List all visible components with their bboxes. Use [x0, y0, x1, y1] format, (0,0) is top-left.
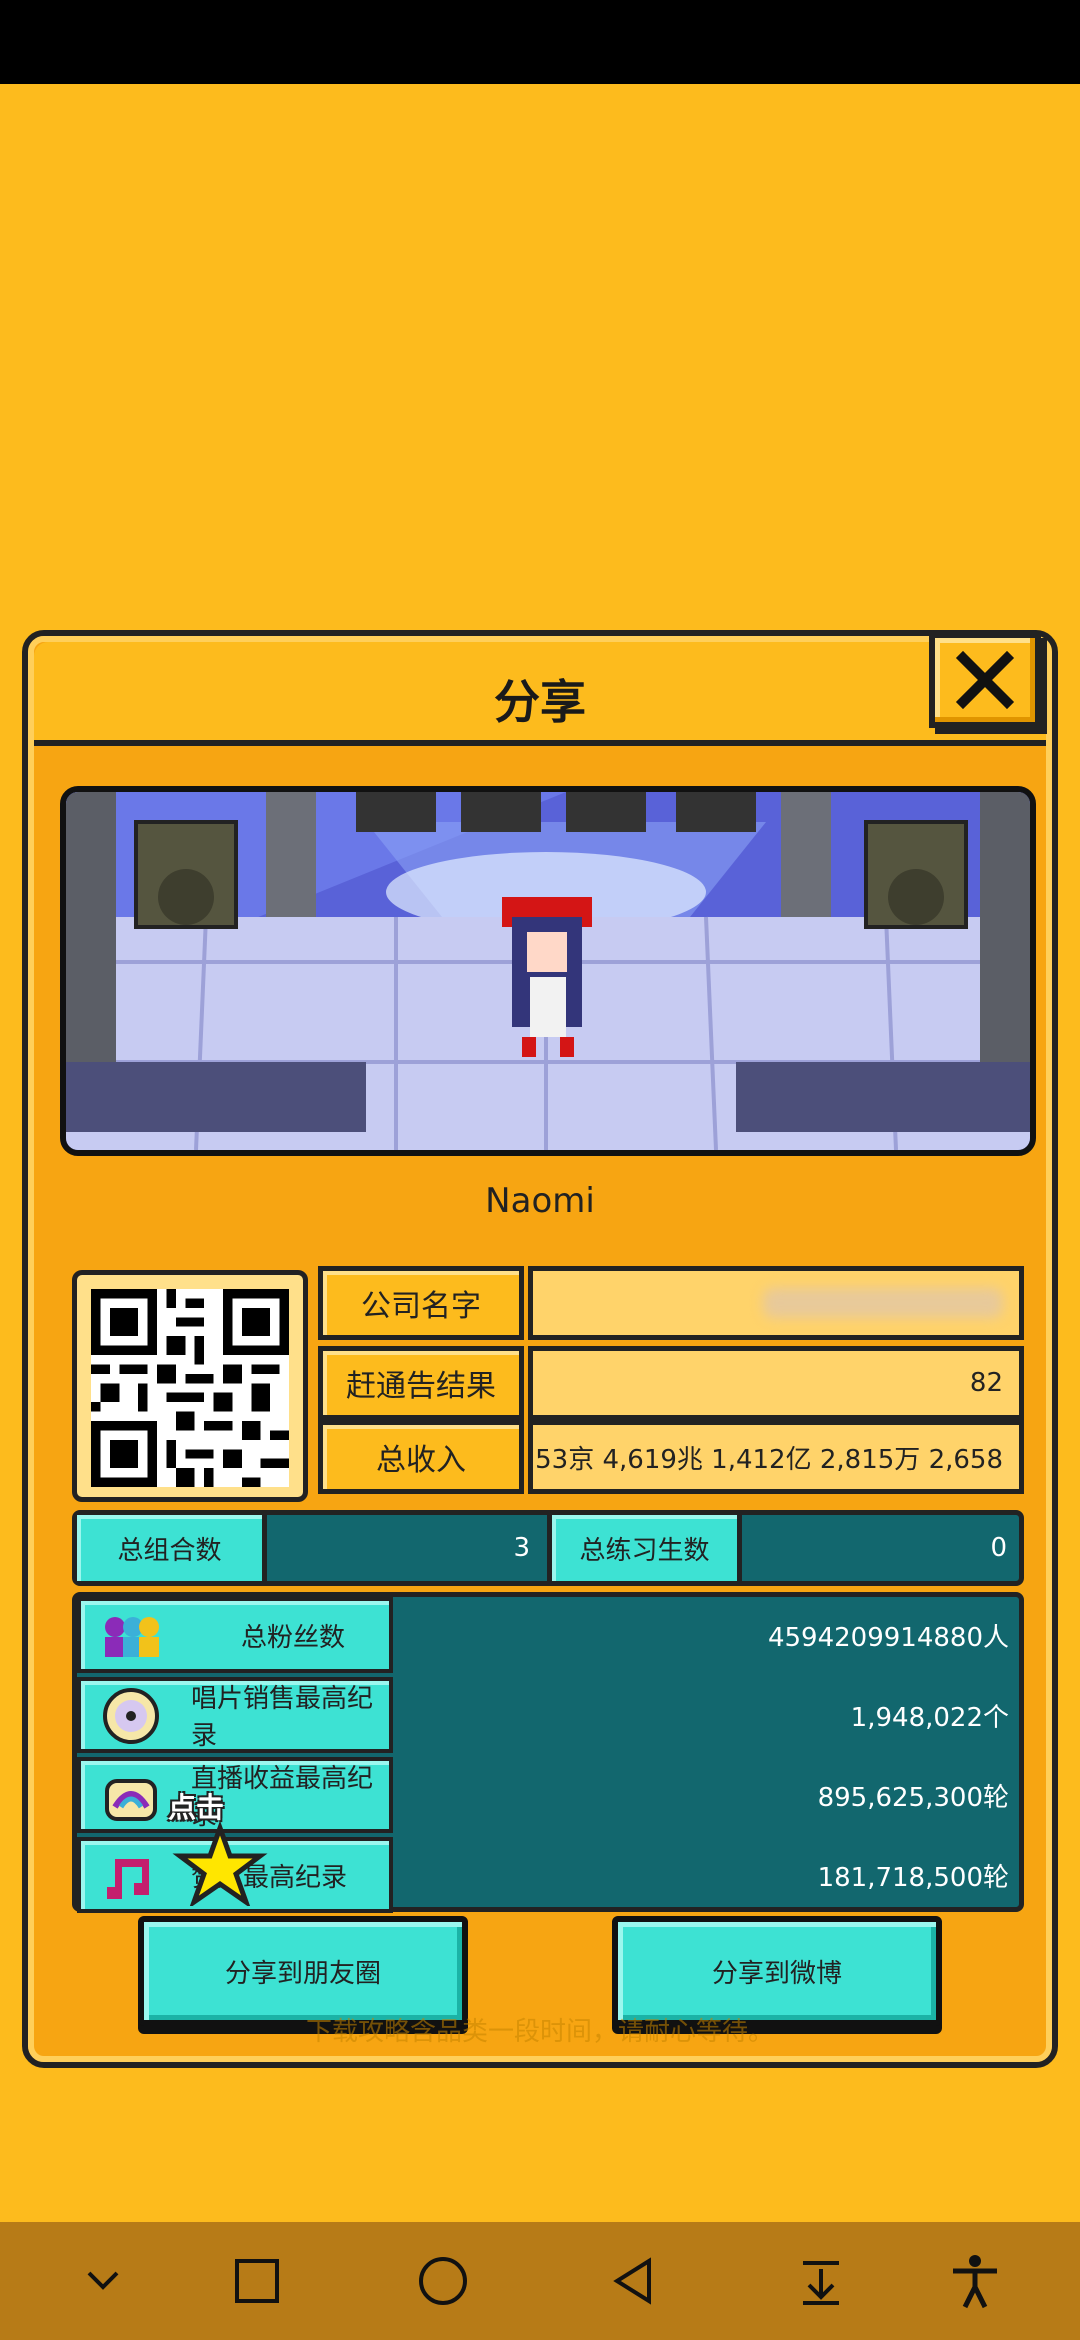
- stat-strip: 总组合数 3 总练习生数 0: [72, 1510, 1024, 1586]
- nav-collapse-button[interactable]: [70, 2248, 136, 2314]
- record-label: 唱片销售最高纪录: [191, 1684, 374, 1751]
- nav-home-button[interactable]: [410, 2248, 476, 2314]
- system-nav-bar: [0, 2222, 1080, 2340]
- record-value: 181,718,500轮: [817, 1862, 1009, 1893]
- stage-scene: [60, 786, 1036, 1156]
- info-label: 总收入: [318, 1420, 524, 1494]
- share-weibo-button[interactable]: 分享到微博: [612, 1916, 942, 2026]
- pull-down-icon: [803, 2261, 839, 2305]
- info-label: 赶通告结果: [318, 1346, 524, 1420]
- redacted-company-name: [763, 1288, 1003, 1318]
- stat-value-trainees: 0: [990, 1533, 1007, 1563]
- info-row-results: 赶通告结果 82: [318, 1346, 1024, 1420]
- dialog-title: 分享: [494, 675, 586, 729]
- accessibility-icon: [953, 2255, 997, 2309]
- close-button[interactable]: [929, 632, 1041, 728]
- info-row-company: 公司名字: [318, 1266, 1024, 1340]
- nav-notification-button[interactable]: [788, 2248, 854, 2314]
- record-row-fans: 总粉丝数 4594209914880人: [77, 1597, 1019, 1673]
- record-value: 895,625,300轮: [817, 1782, 1009, 1813]
- character-name: Naomi: [485, 1181, 595, 1221]
- record-row-disc: 唱片销售最高纪录 1,948,022个: [77, 1677, 1019, 1753]
- stat-label-trainees: 总练习生数: [547, 1515, 742, 1581]
- stat-label-groups: 总组合数: [77, 1515, 267, 1581]
- music-note-icon: [107, 1859, 149, 1899]
- record-label-cell: 唱片销售最高纪录: [77, 1677, 393, 1753]
- status-bar: [0, 0, 1080, 84]
- stage-illustration: [66, 792, 1030, 1150]
- disc-icon: [103, 1688, 159, 1744]
- info-label: 公司名字: [318, 1266, 524, 1340]
- live-stream-icon: [105, 1779, 157, 1821]
- qr-code-frame: [72, 1270, 308, 1502]
- back-triangle-icon: [613, 2257, 651, 2305]
- record-label-cell: 总粉丝数: [77, 1597, 393, 1673]
- faint-hint-text: 下载攻略含品类一段时间，请耐心等待。: [305, 2017, 774, 2047]
- info-value: 82: [528, 1346, 1024, 1420]
- record-label: 总粉丝数: [241, 1622, 346, 1653]
- nav-accessibility-button[interactable]: [942, 2248, 1008, 2314]
- record-value: 4594209914880人: [767, 1622, 1009, 1653]
- info-value: [528, 1266, 1024, 1340]
- stat-value-groups: 3: [513, 1533, 530, 1563]
- fans-icon: [105, 1617, 159, 1657]
- info-value: 53京 4,619兆 1,412亿 2,815万 2,658: [528, 1420, 1024, 1494]
- share-moments-button[interactable]: 分享到朋友圈: [138, 1916, 468, 2026]
- nav-recents-button[interactable]: [224, 2248, 290, 2314]
- close-icon: [955, 650, 1015, 710]
- circle-icon: [419, 2257, 467, 2305]
- info-row-income: 总收入 53京 4,619兆 1,412亿 2,815万 2,658: [318, 1420, 1024, 1494]
- chevron-down-icon: [87, 2271, 119, 2290]
- record-value: 1,948,022个: [850, 1702, 1009, 1733]
- dialog-header: 分享: [34, 632, 1046, 746]
- square-icon: [235, 2259, 279, 2303]
- qr-code: [91, 1289, 289, 1487]
- tap-hint-label: 点击: [168, 1791, 225, 1824]
- nav-back-button[interactable]: [600, 2248, 666, 2314]
- company-info-table: 公司名字 赶通告结果 82 总收入 53京 4,619兆 1,412亿 2,81…: [318, 1266, 1024, 1502]
- share-dialog: 分享 Naomi 公司名字 赶通告结果 82 总收入 53京 4,619兆 1,…: [22, 630, 1058, 2068]
